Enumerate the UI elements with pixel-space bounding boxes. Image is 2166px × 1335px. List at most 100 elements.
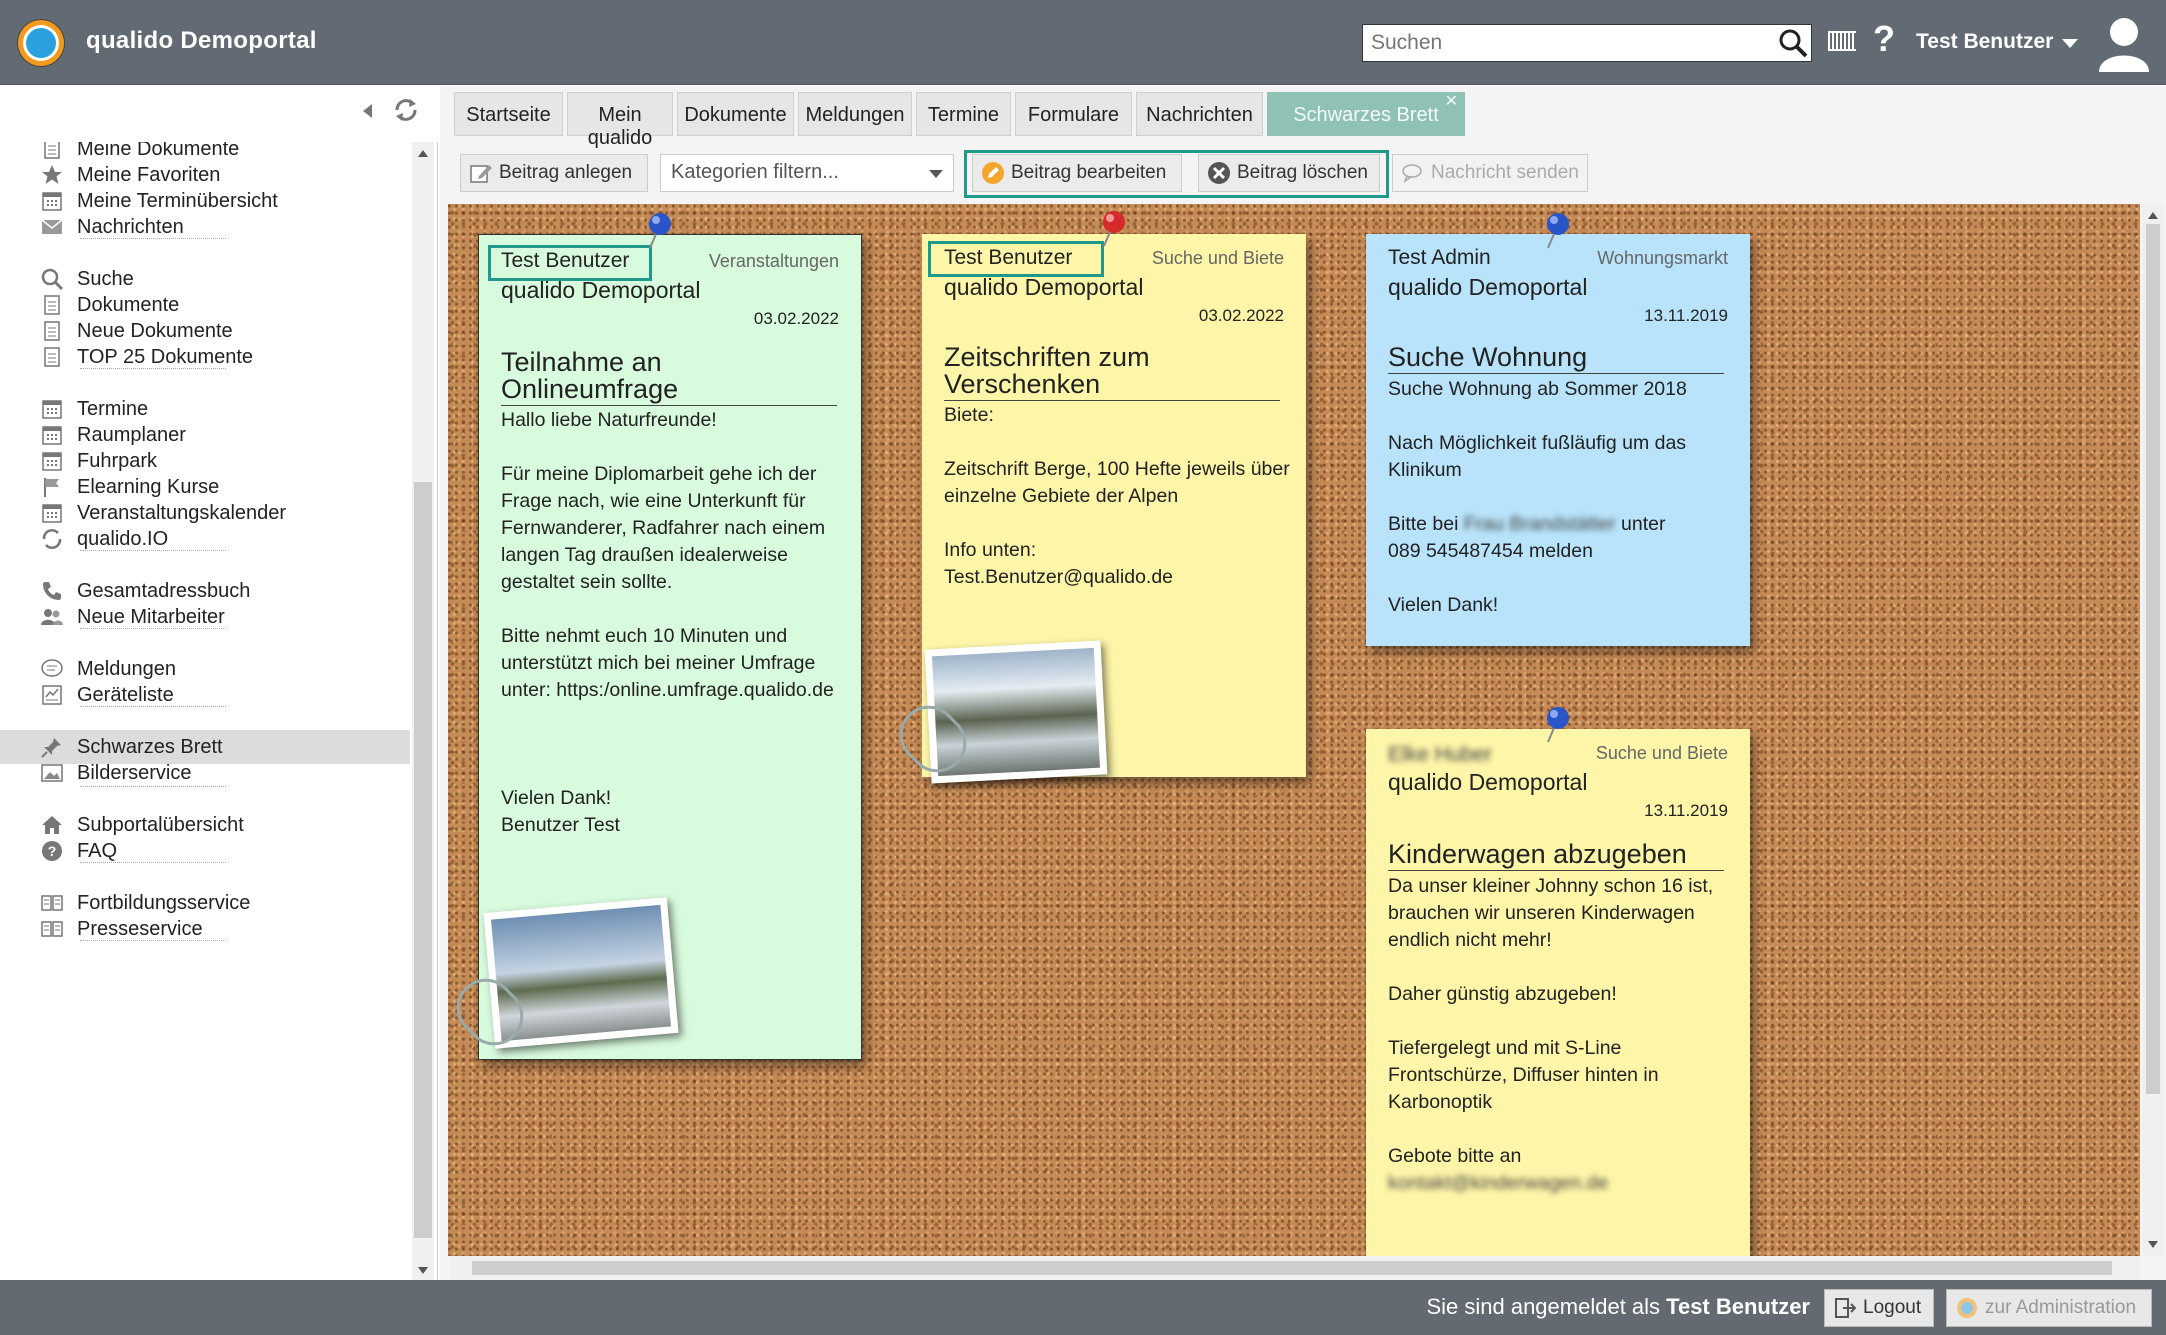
logout-button[interactable]: Logout bbox=[1824, 1289, 1934, 1327]
redacted-author: Elke Huber bbox=[1388, 743, 1492, 766]
sidebar-item-label: Geräteliste bbox=[77, 684, 174, 706]
refresh-icon[interactable] bbox=[392, 96, 420, 124]
scroll-up-icon[interactable] bbox=[418, 150, 428, 157]
people-icon bbox=[41, 609, 63, 625]
sidebar-item-label: qualido.IO bbox=[77, 528, 169, 550]
note-author[interactable]: Elke Huber bbox=[1388, 743, 1492, 767]
note-title: Kinderwagen abzugeben bbox=[1388, 841, 1724, 871]
logout-icon bbox=[1835, 1298, 1857, 1318]
note-title: Teilnahme an Onlineumfrage bbox=[501, 349, 837, 406]
note-date: 03.02.2022 bbox=[753, 309, 839, 328]
admin-button[interactable]: zur Administration bbox=[1946, 1289, 2152, 1327]
board-horizontal-scrollbar[interactable] bbox=[450, 1256, 2140, 1280]
close-tab-icon[interactable]: ✕ bbox=[1445, 91, 1458, 111]
scroll-up-icon[interactable] bbox=[2148, 212, 2158, 219]
note-category: Veranstaltungen bbox=[708, 251, 839, 271]
sidebar-item-bilderservice[interactable]: Bilderservice bbox=[0, 756, 410, 790]
highlight-frame bbox=[964, 150, 1389, 198]
sidebar-divider bbox=[80, 550, 226, 551]
collapse-sidebar-icon[interactable] bbox=[363, 104, 372, 118]
pin-icon bbox=[1547, 213, 1569, 249]
pin-icon bbox=[1103, 211, 1125, 247]
sidebar-item-label: Nachrichten bbox=[77, 216, 184, 238]
note-category: Suche und Biete bbox=[1595, 743, 1728, 763]
search-input[interactable] bbox=[1362, 24, 1812, 62]
sidebar-divider bbox=[80, 706, 226, 707]
note-card[interactable]: Test Benutzer Suche und Biete qualido De… bbox=[887, 234, 1306, 785]
envelope-icon bbox=[41, 219, 63, 234]
cork-board: Test Benutzer Veranstaltungen qualido De… bbox=[448, 204, 2140, 1256]
search-icon[interactable] bbox=[1778, 28, 1808, 58]
scroll-down-icon[interactable] bbox=[2148, 1241, 2158, 1248]
redacted-name: Frau Brandstätter bbox=[1463, 513, 1616, 535]
chat-icon bbox=[1402, 164, 1422, 183]
tab-mein-qualido[interactable]: Mein qualido bbox=[567, 92, 673, 149]
redacted-email: kontakt@kinderwagen.de bbox=[1388, 1172, 1609, 1194]
scroll-thumb[interactable] bbox=[414, 482, 432, 1238]
new-post-label: Beitrag anlegen bbox=[499, 162, 633, 183]
note-paragraph: Bitte bei Frau Brandstätter unter 089 545… bbox=[1388, 511, 1734, 565]
login-prefix: Sie sind angemeldet als bbox=[1426, 1294, 1667, 1319]
edit-note-icon bbox=[470, 165, 492, 183]
sidebar-item-label: FAQ bbox=[77, 840, 118, 862]
note-paragraph: Biete: bbox=[944, 404, 994, 426]
contact-suffix: unter bbox=[1615, 513, 1666, 535]
tab-meldungen[interactable]: Meldungen bbox=[798, 92, 912, 136]
tab-startseite[interactable]: Startseite bbox=[454, 92, 563, 136]
note-card[interactable]: Elke Huber Suche und Biete qualido Demop… bbox=[1366, 729, 1750, 1256]
user-menu[interactable]: Test Benutzer bbox=[1916, 30, 2053, 54]
tab-termine[interactable]: Termine bbox=[916, 92, 1011, 136]
login-status: Sie sind angemeldet als Test Benutzer bbox=[1426, 1294, 1810, 1320]
note-author[interactable]: Test Benutzer bbox=[944, 246, 1072, 270]
pin-icon bbox=[1547, 707, 1569, 743]
note-paragraph: Info unten: Test.Benutzer@qualido.de bbox=[944, 539, 1174, 588]
note-author[interactable]: Test Benutzer bbox=[501, 249, 629, 273]
scroll-down-icon[interactable] bbox=[418, 1267, 428, 1274]
avatar-icon[interactable] bbox=[2095, 14, 2153, 72]
new-post-button[interactable]: Beitrag anlegen bbox=[460, 154, 648, 192]
sidebar-nav: Meine Dokumente Meine Favoriten Meine Term… bbox=[0, 142, 410, 1280]
note-portal: qualido Demoportal bbox=[1388, 274, 1588, 300]
send-message-button[interactable]: Nachricht senden bbox=[1392, 154, 1588, 192]
sidebar-divider bbox=[80, 368, 226, 369]
note-author[interactable]: Test Admin bbox=[1388, 246, 1491, 270]
tab-schwarzes-brett[interactable]: Schwarzes Brett ✕ bbox=[1267, 92, 1465, 136]
note-paragraph: Vielen Dank! Benutzer Test bbox=[501, 787, 620, 836]
sidebar-divider bbox=[80, 940, 226, 941]
sidebar-item-label: Neue Mitarbeiter bbox=[77, 606, 225, 628]
sidebar-divider bbox=[80, 786, 226, 787]
note-date: 03.02.2022 bbox=[1198, 306, 1284, 325]
note-portal: qualido Demoportal bbox=[944, 274, 1144, 300]
scroll-thumb[interactable] bbox=[2146, 224, 2160, 1094]
question-icon: ? bbox=[42, 841, 62, 861]
svg-text:?: ? bbox=[48, 843, 57, 859]
contact-prefix: Bitte bei bbox=[1388, 513, 1464, 535]
barcode-icon[interactable] bbox=[1828, 31, 1856, 51]
help-icon[interactable]: ? bbox=[1873, 18, 1895, 60]
note-body: Biete: Zeitschrift Berge, 100 Hefte jewe… bbox=[944, 402, 1290, 618]
note-paragraph: Nach Möglichkeit fußläufig um das Klinik… bbox=[1388, 432, 1687, 481]
tab-formulare[interactable]: Formulare bbox=[1015, 92, 1132, 136]
note-paragraph: Gebote bitte an bbox=[1388, 1145, 1522, 1167]
note-paragraph: Daher günstig abzugeben! bbox=[1388, 983, 1617, 1005]
sidebar-item-label: Bilderservice bbox=[77, 762, 192, 784]
book-icon bbox=[41, 921, 63, 937]
chevron-down-icon[interactable] bbox=[2062, 39, 2078, 48]
login-user: Test Benutzer bbox=[1666, 1294, 1810, 1319]
note-card[interactable]: Test Admin Wohnungsmarkt qualido Demopor… bbox=[1366, 234, 1750, 646]
pin-icon bbox=[649, 213, 671, 249]
qualido-logo-icon[interactable] bbox=[18, 20, 64, 66]
sidebar-scrollbar[interactable] bbox=[412, 142, 434, 1282]
note-date: 13.11.2019 bbox=[1644, 801, 1728, 820]
sidebar-divider bbox=[80, 628, 226, 629]
tab-nachrichten[interactable]: Nachrichten bbox=[1136, 92, 1263, 136]
note-card[interactable]: Test Benutzer Veranstaltungen qualido De… bbox=[448, 234, 862, 1060]
tab-dokumente[interactable]: Dokumente bbox=[677, 92, 794, 136]
note-body: Da unser kleiner Johnny schon 16 ist, br… bbox=[1388, 873, 1734, 1224]
note-paragraph: Tiefergelegt und mit S-Line Frontschürze… bbox=[1388, 1037, 1659, 1113]
scroll-thumb[interactable] bbox=[472, 1261, 2112, 1275]
category-filter-select[interactable]: Kategorien filtern... bbox=[660, 154, 954, 192]
board-vertical-scrollbar[interactable] bbox=[2142, 204, 2164, 1256]
sidebar-tools bbox=[0, 86, 438, 142]
sidebar-divider bbox=[80, 238, 226, 239]
